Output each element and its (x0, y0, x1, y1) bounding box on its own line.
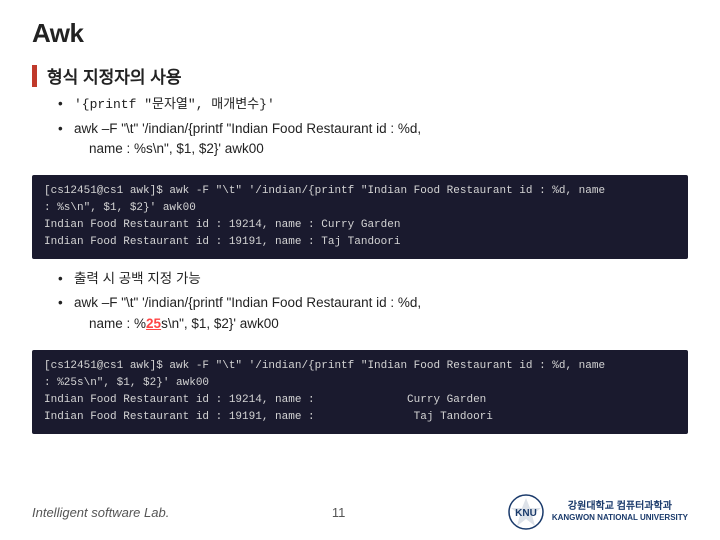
section-1: 형식 지정자의 사용 '{printf "문자열", 매개변수}' awk –F… (32, 63, 688, 167)
svg-text:KNU: KNU (515, 508, 537, 519)
footer-page-number: 11 (332, 505, 346, 520)
footer-logo: KNU 강원대학교 컴퓨터과학과 KANGWON NATIONAL UNIVER… (508, 494, 688, 530)
section-2-bullets: 출력 시 공백 지정 가능 awk –F "\t" '/indian/{prin… (58, 269, 688, 334)
food-text: Food (272, 121, 303, 136)
bullet-item-2: awk –F "\t" '/indian/{printf "Indian Foo… (58, 119, 688, 160)
footer: Intelligent software Lab. 11 KNU 강원대학교 컴… (0, 494, 720, 530)
section-1-title: 형식 지정자의 사용 (47, 63, 182, 88)
university-name-en: KANGWON NATIONAL UNIVERSITY (552, 513, 688, 523)
code-block-1: [cs12451@cs1 awk]$ awk -F "\t" '/indian/… (32, 175, 688, 259)
bullet-item-4: awk –F "\t" '/indian/{printf "Indian Foo… (58, 293, 688, 334)
bullet-item-1: '{printf "문자열", 매개변수}' (58, 94, 688, 115)
main-page: Awk 형식 지정자의 사용 '{printf "문자열", 매개변수}' aw… (0, 0, 720, 540)
bullet-item-3: 출력 시 공백 지정 가능 (58, 269, 688, 289)
red-bar-icon (32, 65, 37, 87)
section-1-bullets: '{printf "문자열", 매개변수}' awk –F "\t" '/ind… (58, 94, 688, 159)
footer-lab-text: Intelligent software Lab. (32, 505, 169, 520)
knu-emblem-icon: KNU (508, 494, 544, 530)
code-block-2: [cs12451@cs1 awk]$ awk -F "\t" '/indian/… (32, 350, 688, 434)
section-2: 출력 시 공백 지정 가능 awk –F "\t" '/indian/{prin… (32, 269, 688, 342)
section-1-header: 형식 지정자의 사용 (32, 63, 688, 88)
highlight-25s: 25 (146, 316, 161, 331)
page-title: Awk (32, 18, 688, 49)
university-name: 강원대학교 컴퓨터과학과 (552, 500, 688, 513)
